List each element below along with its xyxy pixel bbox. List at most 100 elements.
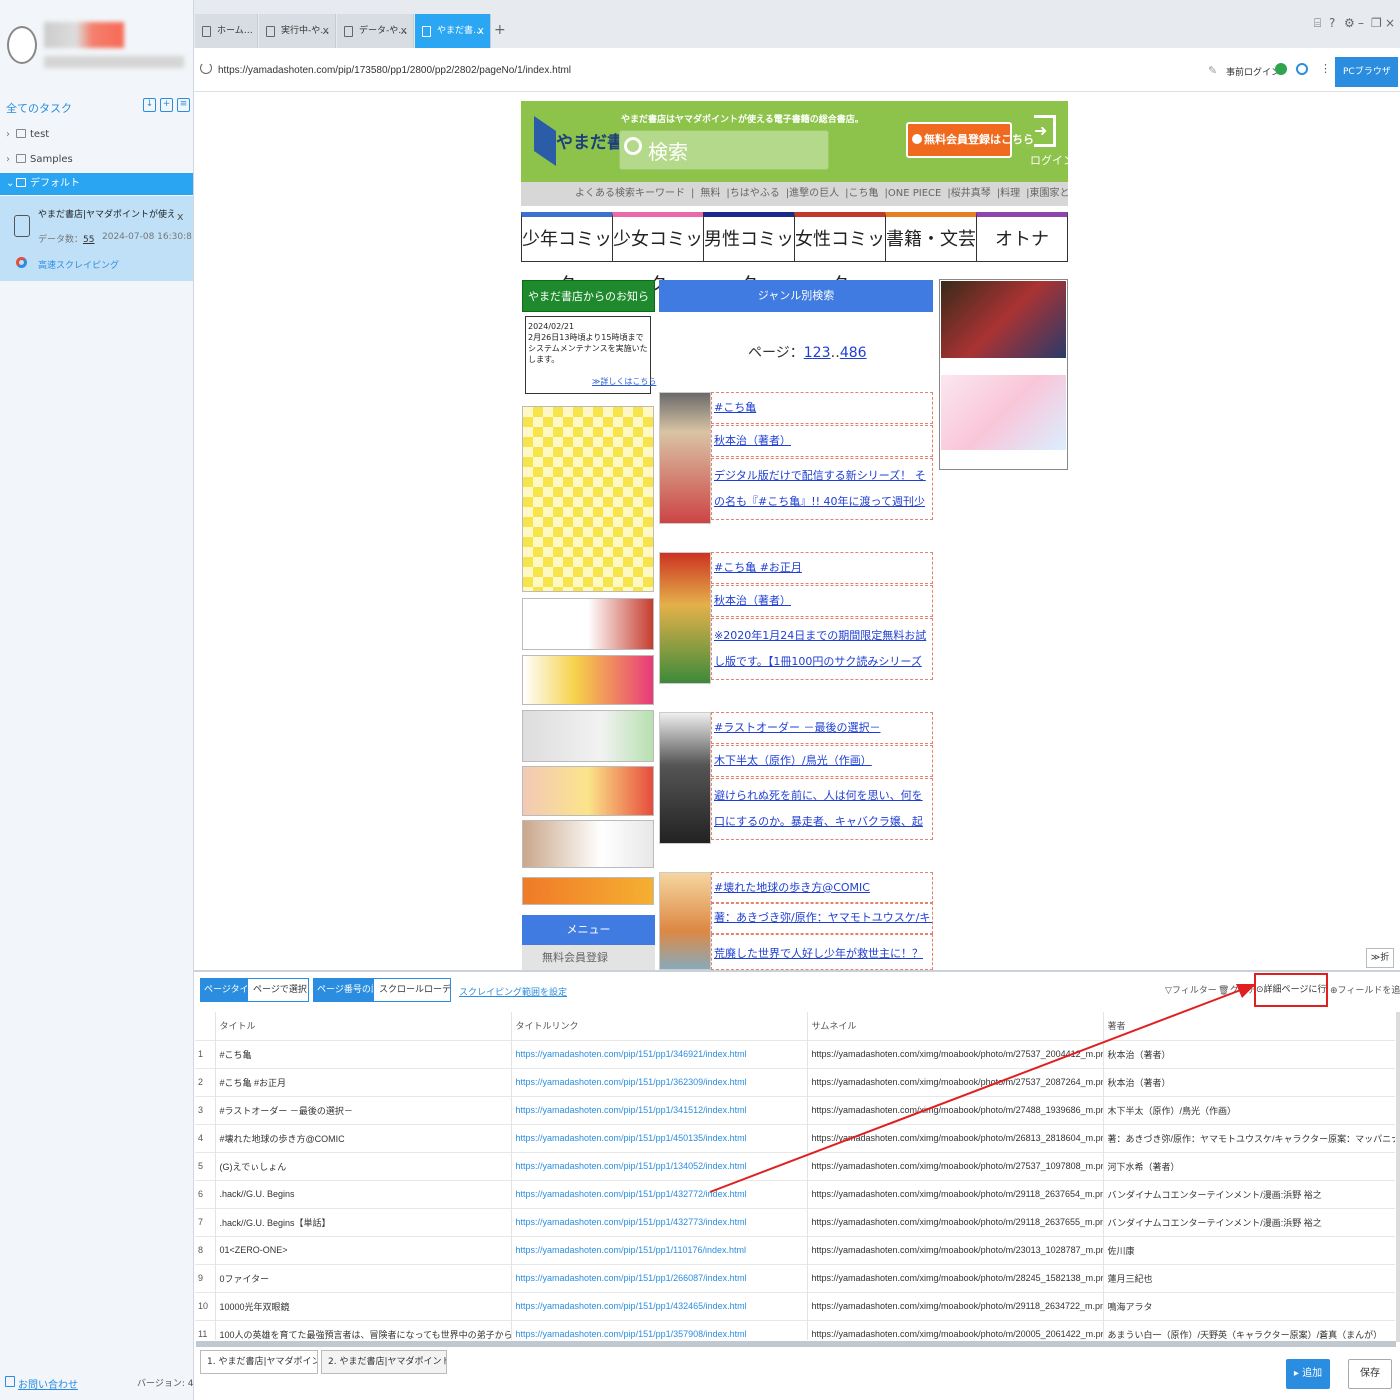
title-cell[interactable]: 100人の英雄を育てた最強預言者は、冒険者になっても世界中の弟子から慕われてます… bbox=[215, 1319, 512, 1340]
keyword-link[interactable]: 無料 bbox=[700, 188, 720, 199]
title-link-cell[interactable]: https://yamadashoten.com/pip/151/pp1/357… bbox=[511, 1319, 808, 1340]
table-row[interactable]: 9 0ファイター https://yamadashoten.com/pip/151/… bbox=[195, 1263, 1395, 1292]
tree-item-samples[interactable]: › Samples bbox=[0, 149, 193, 171]
author-cell[interactable]: あまうい白一（原作）/天野英（キャラクター原案）/蒼真（まんが） bbox=[1103, 1319, 1395, 1340]
column-header[interactable]: タイトル bbox=[215, 1012, 512, 1040]
login-label[interactable]: ログイン bbox=[1030, 152, 1074, 168]
thumbnail-cell[interactable]: https://yamadashoten.com/ximg/moabook/ph… bbox=[807, 1291, 1104, 1320]
pager-link[interactable]: 3 bbox=[822, 345, 831, 361]
title-link-cell[interactable]: https://yamadashoten.com/pip/151/pp1/432… bbox=[511, 1179, 808, 1208]
maximize-icon[interactable]: ❐ bbox=[1371, 16, 1382, 30]
close-icon[interactable]: x bbox=[477, 14, 484, 48]
close-window-icon[interactable]: × bbox=[1385, 16, 1395, 30]
title-cell[interactable]: #こち亀 bbox=[215, 1039, 512, 1068]
keyword-link[interactable]: ONE PIECE bbox=[888, 188, 941, 199]
page-number-select[interactable]: スクロールローディン ▾ bbox=[373, 978, 451, 1002]
workflow-tab-2[interactable]: 2. やまだ書店|ヤマダポイントが使… ⓧ bbox=[321, 1350, 447, 1374]
register-button[interactable]: 無料会員登録はこちら bbox=[906, 122, 1034, 158]
banner-daily-challenge[interactable] bbox=[522, 877, 654, 905]
pager-link[interactable]: 1 bbox=[804, 345, 813, 361]
close-icon[interactable]: x bbox=[400, 14, 407, 48]
category-shojo[interactable]: 少女コミック bbox=[612, 212, 704, 295]
plugin-icon[interactable] bbox=[1275, 63, 1287, 75]
prior-login-button[interactable]: 事前ログイン bbox=[1226, 65, 1280, 78]
go-detail-page-button[interactable]: ⊙詳細ページに行く bbox=[1254, 973, 1328, 1007]
book-description-link[interactable]: 荒廃した世界で人好し少年が救世主に！？第9回ネッ… bbox=[711, 934, 933, 970]
save-button[interactable]: 保存 bbox=[1348, 1359, 1392, 1389]
thumbnail-cell[interactable]: https://yamadashoten.com/ximg/moabook/ph… bbox=[807, 1319, 1104, 1340]
close-icon[interactable]: x bbox=[177, 210, 184, 223]
filter-button[interactable]: ▽フィルター bbox=[1165, 983, 1217, 996]
book-title-link[interactable]: #こち亀 bbox=[711, 392, 933, 424]
column-header[interactable]: 著者 bbox=[1103, 1012, 1395, 1040]
ad-campaign-banner[interactable] bbox=[941, 375, 1066, 450]
tab-home[interactable]: ホーム… bbox=[195, 14, 258, 48]
tab-data[interactable]: データ-や… x bbox=[337, 14, 414, 48]
tree-item-test[interactable]: › test bbox=[0, 124, 193, 146]
pager-link[interactable]: 486 bbox=[840, 345, 867, 361]
author-cell[interactable]: 秋本治（著者） bbox=[1103, 1039, 1395, 1068]
banner-happy-tuesday[interactable] bbox=[522, 655, 654, 705]
table-row[interactable]: 3 #ラストオーダー －最後の選択－ https://yamadashoten.co… bbox=[195, 1095, 1395, 1124]
help-icon[interactable]: ? bbox=[1329, 16, 1335, 30]
book-author-link[interactable]: 木下半太（原作）/鳥光（作画） bbox=[711, 745, 933, 777]
thumbnail-cell[interactable]: https://yamadashoten.com/ximg/moabook/ph… bbox=[807, 1179, 1104, 1208]
banner-pc-smartphone[interactable] bbox=[522, 406, 654, 592]
new-tab-icon[interactable]: + bbox=[494, 22, 506, 38]
author-cell[interactable]: 鳴海アラタ bbox=[1103, 1291, 1395, 1320]
category-josei[interactable]: 女性コミック bbox=[794, 212, 886, 295]
title-link-cell[interactable]: https://yamadashoten.com/pip/151/pp1/362… bbox=[511, 1067, 808, 1096]
title-cell[interactable]: #ラストオーダー －最後の選択－ bbox=[215, 1095, 512, 1124]
keyword-link[interactable]: ちはやふる bbox=[730, 188, 780, 199]
table-row[interactable]: 1 #こち亀 https://yamadashoten.com/pip/151/pp… bbox=[195, 1039, 1395, 1068]
table-row[interactable]: 11100人の英雄を育てた最強預言者は、冒険者になっても世界中の弟子から慕われて… bbox=[195, 1319, 1395, 1340]
author-cell[interactable]: 秋本治（著者） bbox=[1103, 1067, 1395, 1096]
scrape-range-link[interactable]: スクレイピング範囲を設定 bbox=[459, 985, 567, 998]
table-row[interactable]: 4 #壊れた地球の歩き方@COMIC https://yamadashoten.co… bbox=[195, 1123, 1395, 1152]
gear-icon[interactable]: ⚙ bbox=[1344, 16, 1355, 30]
edit-icon[interactable]: ✎ bbox=[1208, 64, 1217, 77]
thumbnail-cell[interactable]: https://yamadashoten.com/ximg/moabook/ph… bbox=[807, 1235, 1104, 1264]
author-cell[interactable]: 蓮月三紀也 bbox=[1103, 1263, 1395, 1292]
title-cell[interactable]: #壊れた地球の歩き方@COMIC bbox=[215, 1123, 512, 1152]
thumbnail-cell[interactable]: https://yamadashoten.com/ximg/moabook/ph… bbox=[807, 1151, 1104, 1180]
category-seinen[interactable]: 男性コミック bbox=[703, 212, 795, 295]
keyword-link[interactable]: 料理 bbox=[1000, 188, 1020, 199]
more-icon[interactable]: ⋮ bbox=[1320, 62, 1331, 75]
book-author-link[interactable]: 秋本治（著者） bbox=[711, 585, 933, 617]
tab-yamada[interactable]: やまだ書… x bbox=[415, 14, 491, 48]
category-adult[interactable]: オトナ bbox=[976, 212, 1068, 262]
title-link-cell[interactable]: https://yamadashoten.com/pip/151/pp1/346… bbox=[511, 1039, 808, 1068]
table-row[interactable]: 10 10000光年双眼鏡 https://yamadashoten.com/pip… bbox=[195, 1291, 1395, 1320]
thumbnail-cell[interactable]: https://yamadashoten.com/ximg/moabook/ph… bbox=[807, 1123, 1104, 1152]
title-cell[interactable]: (G)えでぃしょん bbox=[215, 1151, 512, 1180]
contact-link[interactable]: お問い合わせ bbox=[18, 1376, 78, 1391]
keyword-link[interactable]: 桜井真琴 bbox=[951, 188, 991, 199]
table-row[interactable]: 2 #こち亀 #お正月 https://yamadashoten.com/pip/1… bbox=[195, 1067, 1395, 1096]
close-icon[interactable]: x bbox=[322, 14, 329, 48]
workflow-tab-1[interactable]: 1. やまだ書店|ヤマダポイントが使… bbox=[200, 1350, 318, 1374]
data-count-value[interactable]: 55 bbox=[83, 235, 94, 245]
author-cell[interactable]: 佐川康 bbox=[1103, 1235, 1395, 1264]
book-title-link[interactable]: #壊れた地球の歩き方@COMIC bbox=[711, 872, 933, 904]
title-link-cell[interactable]: https://yamadashoten.com/pip/151/pp1/266… bbox=[511, 1263, 808, 1292]
title-link-cell[interactable]: https://yamadashoten.com/pip/151/pp1/341… bbox=[511, 1095, 808, 1124]
column-header[interactable]: タイトルリンク bbox=[511, 1012, 808, 1040]
keyword-link[interactable]: こち亀 bbox=[849, 188, 879, 199]
all-tasks-label[interactable]: 全てのタスク bbox=[6, 100, 72, 116]
gift-icon[interactable]: ⌸ bbox=[1314, 16, 1321, 31]
ad-kingdom-banner[interactable] bbox=[941, 281, 1066, 358]
table-row[interactable]: 8 01<ZERO-ONE> https://yamadashoten.com/pi… bbox=[195, 1235, 1395, 1264]
title-cell[interactable]: 10000光年双眼鏡 bbox=[215, 1291, 512, 1320]
minimize-icon[interactable]: – bbox=[1358, 16, 1364, 30]
book-title-link[interactable]: #ラストオーダー －最後の選択－ bbox=[711, 712, 933, 744]
export-icon[interactable]: ≡ bbox=[177, 98, 190, 112]
table-row[interactable]: 6 .hack//G.U. Begins https://yamadashoten.… bbox=[195, 1179, 1395, 1208]
author-cell[interactable]: バンダイナムコエンターテインメント/漫画:浜野 裕之 bbox=[1103, 1207, 1395, 1236]
collapse-button[interactable]: ≫折る bbox=[1366, 948, 1394, 981]
author-cell[interactable]: バンダイナムコエンターテインメント/漫画:浜野 裕之 bbox=[1103, 1179, 1395, 1208]
genre-search-heading[interactable]: ジャンル別検索 bbox=[659, 280, 933, 312]
author-cell[interactable]: 著：あきづき弥/原作：ヤマモトユウスケ/キャラクター原案：マッパニナッタ bbox=[1103, 1123, 1395, 1152]
menu-item-register[interactable]: 無料会員登録 bbox=[522, 945, 655, 970]
book-description-link[interactable]: 避けられぬ死を前に、人は何を思い、何を口にするのか。暴走者、キャバクラ嬢、起業家… bbox=[711, 778, 933, 840]
